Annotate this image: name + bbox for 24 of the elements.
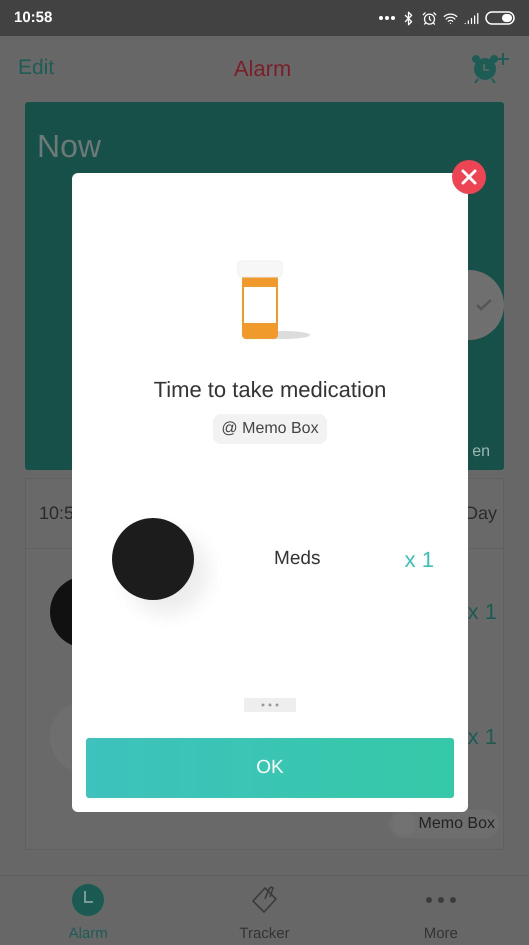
page-title: Alarm [234, 54, 292, 82]
signal-icon [464, 10, 479, 26]
edit-button[interactable]: Edit [18, 52, 54, 84]
clock-icon [71, 882, 106, 916]
more-icon [424, 894, 458, 904]
dose-count: x 1 [468, 598, 497, 626]
alarm-time: 10:5 [39, 502, 74, 525]
ok-button[interactable]: OK [86, 738, 454, 798]
dialog-title: Time to take medication [154, 376, 386, 404]
more-icon [261, 703, 279, 707]
medication-name: Meds [274, 546, 320, 571]
check-icon [476, 299, 492, 311]
alarm-clock-icon [422, 10, 437, 26]
medication-quantity: x 1 [404, 546, 434, 574]
location-badge: @ Memo Box [213, 414, 327, 444]
now-caption: en [472, 442, 490, 462]
tab[interactable]: Alarm [0, 876, 176, 945]
now-title: Now [37, 127, 102, 166]
status-time: 10:58 [14, 8, 52, 28]
dots-icon [379, 16, 395, 20]
device-name: Memo Box [418, 814, 495, 834]
wifi-icon [443, 10, 458, 26]
battery-icon [485, 11, 515, 25]
dose-count: x 1 [468, 723, 497, 751]
